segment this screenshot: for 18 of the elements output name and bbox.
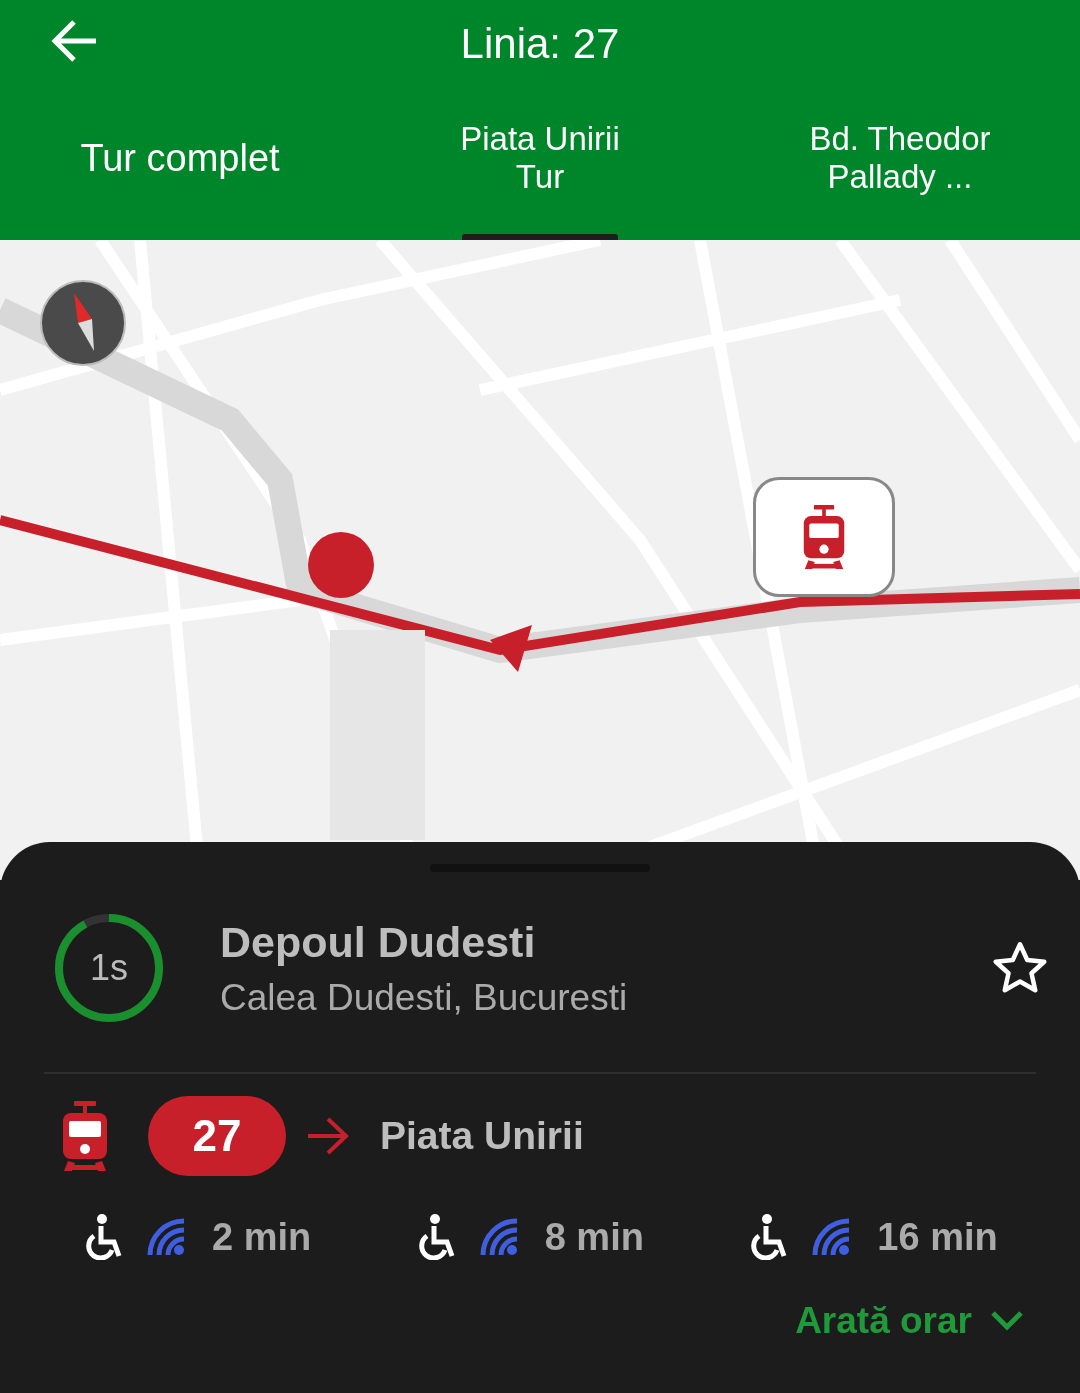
arrival-time: 2 min: [212, 1215, 312, 1259]
arrow-icon: [306, 1116, 350, 1156]
stop-name: Depoul Dudesti: [220, 917, 537, 967]
show-schedule-link[interactable]: Arată orar: [795, 1300, 1024, 1342]
tram-icon: [60, 1101, 110, 1171]
screen-title: Linia: 27: [460, 20, 620, 68]
tram-icon: [801, 504, 847, 570]
countdown-text: 1s: [90, 947, 128, 989]
destination-name: Piata Unirii: [380, 1114, 584, 1158]
direction-tab[interactable]: Tur complet: [0, 88, 360, 240]
line-badge: 27: [148, 1096, 286, 1176]
chevron-down-icon: [990, 1310, 1024, 1332]
tram-marker[interactable]: [753, 477, 895, 597]
arrival-time: 8 min: [544, 1215, 644, 1259]
direction-tab[interactable]: Piata Unirii Tur: [360, 88, 720, 240]
arrival-time: 16 min: [877, 1215, 998, 1259]
stop-address: Calea Dudesti, Bucuresti: [220, 976, 629, 1019]
direction-tab[interactable]: Bd. Theodor Pallady ...: [720, 88, 1080, 240]
